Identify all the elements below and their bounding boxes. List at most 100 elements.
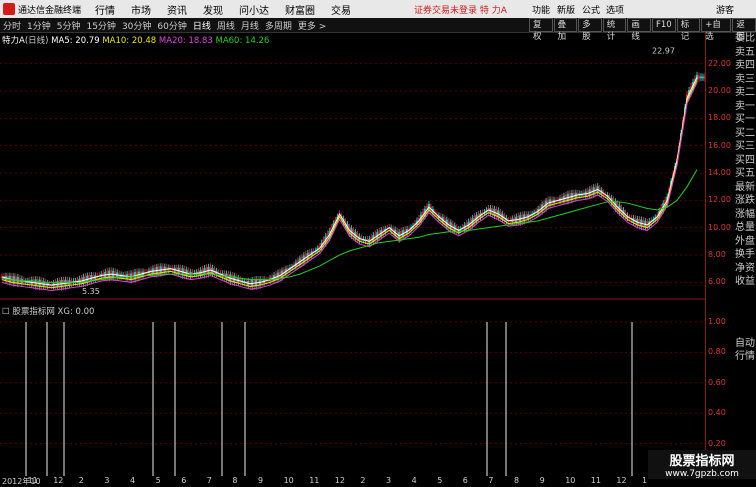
price-tick: 22.00 — [708, 58, 731, 68]
time-tick: 6 — [462, 476, 468, 485]
quote-panel: 委比 卖五 卖四 卖三 卖二 卖一 买一 买二 买三 买四 买五 最新 涨跌 涨幅 总量 外盘 换手 净资 收益自动… — [735, 32, 756, 364]
quote-row-label[interactable]: 买五 — [735, 167, 756, 181]
quote-row-label[interactable]: 卖五 — [735, 46, 756, 60]
menu-trade[interactable]: 交易 — [331, 2, 351, 17]
menu-market[interactable]: 市场 — [131, 2, 151, 17]
ma10-line — [1, 79, 698, 289]
price-chart[interactable]: 22.97 5.35 — [0, 44, 705, 300]
time-tick: 3 — [104, 476, 110, 485]
period-tab-more[interactable]: 更多 > — [295, 19, 329, 32]
menu-news[interactable]: 资讯 — [167, 2, 187, 17]
time-tick: 7 — [206, 476, 212, 485]
candle-body — [701, 76, 705, 79]
menu-quotes[interactable]: 行情 — [95, 2, 115, 17]
menu-discover[interactable]: 发现 — [203, 2, 223, 17]
price-tick: 16.00 — [708, 140, 731, 150]
period-toolbar: 分时 1分钟 5分钟 15分钟 30分钟 60分钟 日线 周线 月线 多周期 更… — [0, 18, 756, 42]
period-tab[interactable]: 多周期 — [262, 19, 295, 32]
quote-row-label[interactable]: 卖一 — [735, 100, 756, 114]
quote-row-label[interactable]: 买四 — [735, 154, 756, 168]
time-tick: 4 — [130, 476, 136, 485]
price-tick: 8.00 — [708, 250, 726, 259]
period-tab[interactable]: 5分钟 — [54, 19, 84, 32]
period-tab[interactable]: 15分钟 — [83, 19, 118, 32]
price-axis: 22.00 20.00 18.00 16.00 14.00 12.00 10.00 8.00 6… — [705, 32, 734, 478]
app-logo-icon — [3, 3, 15, 15]
period-tab[interactable]: 1分钟 — [24, 19, 54, 32]
price-tick: 20.00 — [708, 86, 731, 95]
period-tab[interactable]: 30分钟 — [119, 19, 154, 32]
quote-row-label[interactable]: 最新 — [735, 181, 756, 195]
quote-tab[interactable]: 行情 — [735, 350, 756, 364]
indicator-tick: 0.60 — [708, 377, 726, 387]
time-tick: 5 — [155, 476, 161, 485]
quote-row-label[interactable]: 换手 — [735, 248, 756, 262]
menu-new-version[interactable]: 新版 — [557, 3, 575, 16]
price-tick: 6.00 — [708, 277, 726, 287]
low-annotation: 5.35 — [82, 287, 100, 296]
price-tick: 12.00 — [708, 195, 731, 205]
quote-row-label[interactable]: 买二 — [735, 127, 756, 141]
time-tick: 4 — [411, 476, 417, 485]
time-tick: 12 — [616, 476, 627, 485]
time-tick: 1 — [642, 476, 648, 485]
time-tick: 5 — [437, 476, 443, 485]
indicator-tick: 0.20 — [708, 438, 726, 448]
menu-options[interactable]: 选项 — [606, 3, 624, 16]
time-tick: 9 — [539, 476, 545, 485]
quote-row-label[interactable]: 涨幅 — [735, 208, 756, 222]
time-tick: 10 — [565, 476, 576, 485]
ma5-line — [1, 77, 698, 286]
login-alert[interactable]: 证券交易未登录 特 力A — [414, 3, 507, 16]
tool-stats-button[interactable]: 统计 — [602, 18, 627, 42]
tool-adjust-button[interactable]: 复权 — [529, 18, 553, 42]
quote-row-label[interactable]: 收益 — [735, 275, 756, 289]
tool-draw-button[interactable]: 画线 — [627, 18, 651, 42]
tool-multi-button[interactable]: 多股 — [578, 18, 602, 42]
period-tab[interactable]: 月线 — [238, 19, 262, 32]
time-tick: 10 — [283, 476, 294, 485]
period-tab[interactable]: 60分钟 — [154, 19, 189, 32]
ma20-line — [1, 82, 698, 292]
time-tick: 11 — [590, 476, 601, 485]
quote-row-label[interactable]: 涨跌 — [735, 194, 756, 208]
tool-watchlist-button[interactable]: +自选 — [701, 18, 732, 42]
quote-row-label[interactable]: 买三 — [735, 140, 756, 154]
time-tick: 12 — [53, 476, 64, 485]
time-tick: 2 — [78, 476, 84, 485]
time-tick: 3 — [386, 476, 392, 485]
indicator-tick: 0.80 — [708, 347, 726, 357]
time-tick: 8 — [232, 476, 238, 485]
quote-row-label[interactable]: 外盘 — [735, 235, 756, 249]
tool-overlay-button[interactable]: 叠加 — [553, 18, 578, 42]
quote-row-label[interactable]: 卖三 — [735, 73, 756, 87]
quote-tab[interactable]: 自动 — [735, 337, 756, 351]
tool-f10-button[interactable]: F10 — [651, 18, 676, 32]
indicator-chart[interactable] — [0, 316, 705, 476]
menu-function[interactable]: 功能 — [532, 3, 550, 16]
time-tick: 9 — [258, 476, 264, 485]
quote-row-label[interactable]: 买一 — [735, 113, 756, 127]
quote-row-label[interactable]: 净资 — [735, 262, 756, 276]
price-tick: 10.00 — [708, 222, 731, 232]
time-tick: 6 — [181, 476, 187, 485]
quote-row-label[interactable]: 卖二 — [735, 86, 756, 100]
menu-guest[interactable]: 游客 — [716, 3, 734, 16]
quote-row-label[interactable]: 卖四 — [735, 59, 756, 73]
tool-back-button[interactable]: 返回 — [732, 18, 756, 42]
period-tab[interactable]: 周线 — [214, 19, 238, 32]
quote-row-label[interactable]: 委比 — [735, 32, 756, 46]
watermark-url: www.7gpzb.com — [665, 469, 739, 479]
menu-formula[interactable]: 公式 — [582, 3, 600, 16]
period-tab[interactable]: 分时 — [0, 19, 24, 32]
tool-mark-button[interactable]: 标记 — [676, 18, 701, 42]
quote-row-label[interactable]: 总量 — [735, 221, 756, 235]
price-tick: 18.00 — [708, 113, 731, 123]
menu-ask[interactable]: 问小达 — [239, 2, 269, 17]
watermark: 股票指标网 www.7gpzb.com — [648, 450, 756, 479]
time-tick: 8 — [514, 476, 520, 485]
app-title: 通达信金融终端 — [18, 5, 82, 16]
high-annotation: 22.97 — [652, 46, 675, 55]
period-tab-daily[interactable]: 日线 — [190, 19, 214, 32]
menu-wealth[interactable]: 财富圈 — [285, 2, 315, 17]
